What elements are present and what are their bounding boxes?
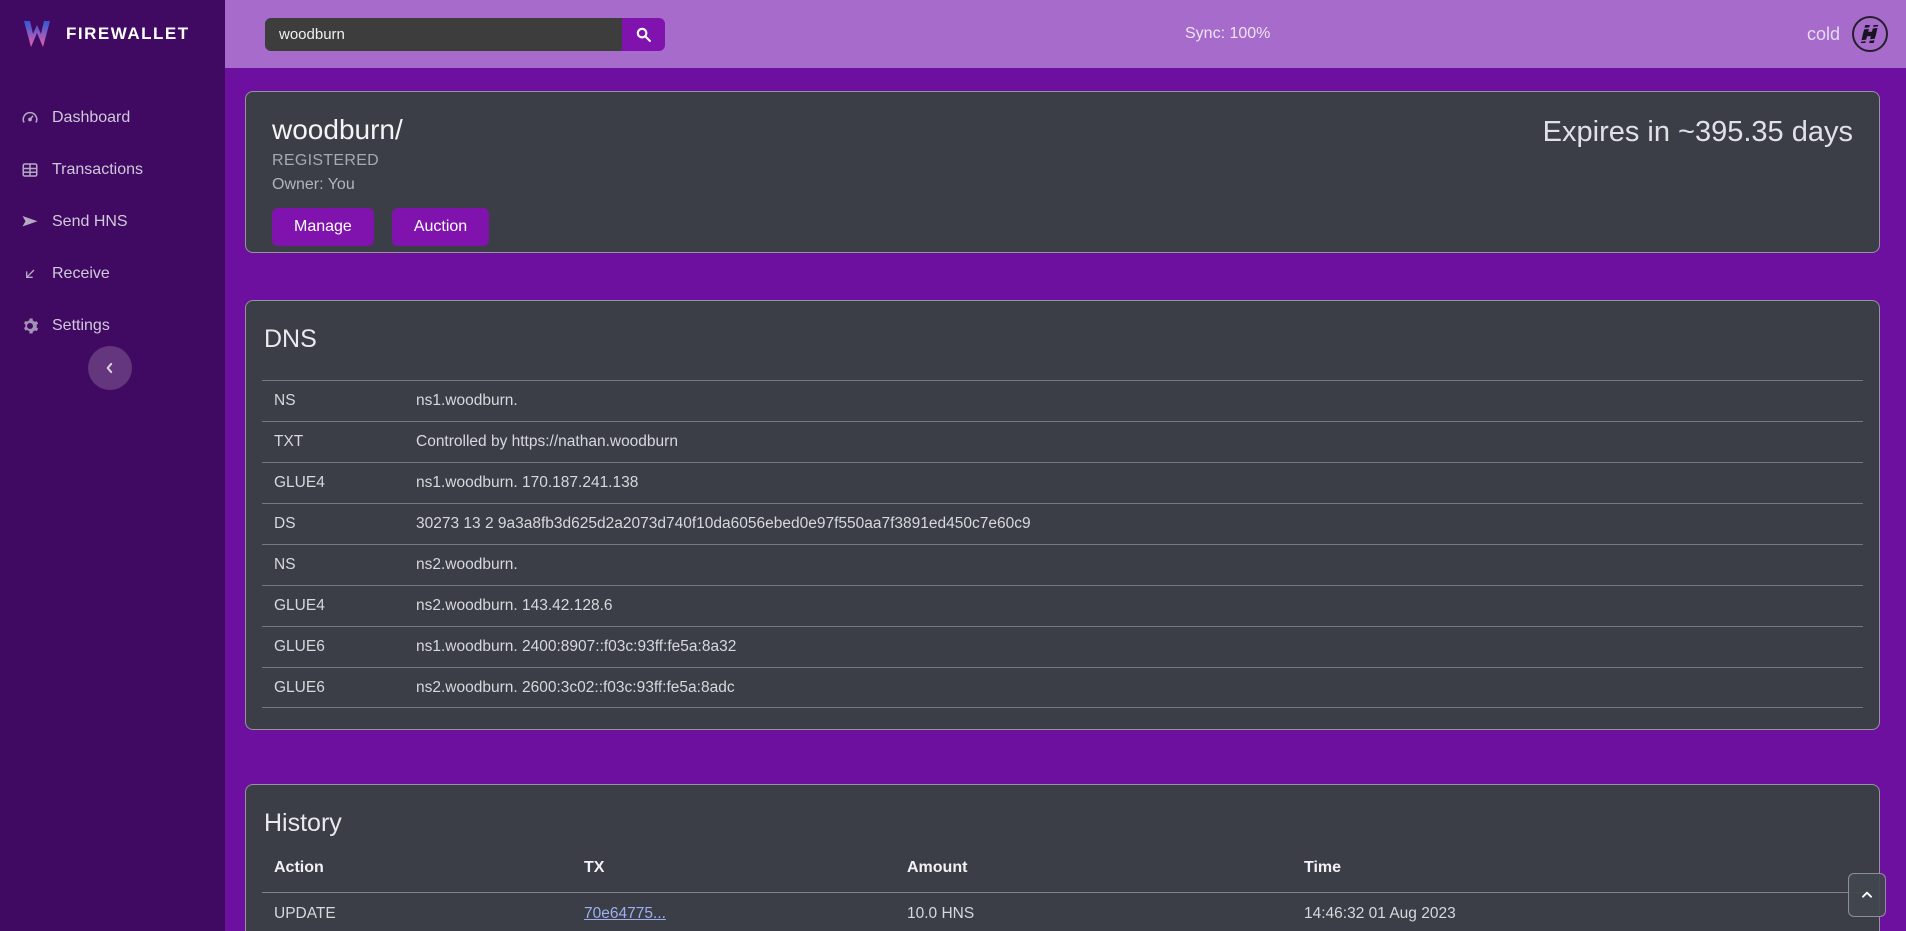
- sidebar-item-label: Transactions: [52, 161, 143, 179]
- wallet-area: cold: [1807, 0, 1888, 68]
- sidebar-item-label: Send HNS: [52, 213, 128, 231]
- sidebar-item-transactions[interactable]: Transactions: [0, 144, 225, 196]
- dns-record-type: GLUE6: [274, 638, 416, 656]
- dns-record-type: NS: [274, 556, 416, 574]
- history-col-action: Action: [274, 859, 584, 877]
- search-icon: [635, 26, 652, 43]
- dns-record-type: GLUE6: [274, 679, 416, 697]
- wallet-name: cold: [1807, 24, 1840, 45]
- dns-card: DNS NS ns1.woodburn. TXT Controlled by h…: [245, 300, 1880, 730]
- sidebar-item-label: Dashboard: [52, 109, 130, 127]
- scroll-to-top-button[interactable]: [1848, 873, 1886, 917]
- auction-button[interactable]: Auction: [392, 208, 489, 246]
- firewallet-logo-icon: [20, 17, 54, 51]
- sidebar-item-send-hns[interactable]: Send HNS: [0, 196, 225, 248]
- dns-record-value: ns1.woodburn. 170.187.241.138: [416, 474, 1863, 492]
- sidebar-item-settings[interactable]: Settings: [0, 300, 225, 352]
- dns-record-row: TXT Controlled by https://nathan.woodbur…: [262, 421, 1863, 462]
- dns-record-value: ns2.woodburn.: [416, 556, 1863, 574]
- topbar: Sync: 100% cold: [225, 0, 1906, 68]
- sidebar-item-label: Settings: [52, 317, 110, 335]
- main-content: woodburn/ REGISTERED Owner: You Manage A…: [225, 68, 1906, 931]
- dns-record-value: ns2.woodburn. 2600:3c02::f03c:93ff:fe5a:…: [416, 679, 1863, 697]
- history-time: 14:46:32 01 Aug 2023: [1304, 905, 1863, 923]
- tx-link[interactable]: 70e64775...: [584, 905, 666, 922]
- paper-plane-icon: [20, 212, 40, 232]
- search-group: [265, 18, 665, 51]
- dns-record-value: ns1.woodburn.: [416, 392, 1863, 410]
- arrow-down-left-icon: [20, 264, 40, 284]
- domain-actions: Manage Auction: [272, 208, 1853, 246]
- dns-record-row: DS 30273 13 2 9a3a8fb3d625d2a2073d740f10…: [262, 503, 1863, 544]
- domain-owner: Owner: You: [272, 176, 1853, 194]
- dns-record-value: ns2.woodburn. 143.42.128.6: [416, 597, 1863, 615]
- dns-record-row: NS ns2.woodburn.: [262, 544, 1863, 585]
- hns-logo-icon[interactable]: [1852, 16, 1888, 52]
- sidebar-item-receive[interactable]: Receive: [0, 248, 225, 300]
- brand[interactable]: FIREWALLET: [0, 0, 225, 68]
- dns-record-row: NS ns1.woodburn.: [262, 380, 1863, 421]
- history-amount: 10.0 HNS: [907, 905, 1304, 923]
- sidebar-collapse-button[interactable]: [88, 346, 132, 390]
- brand-title: FIREWALLET: [66, 24, 190, 44]
- dns-record-type: TXT: [274, 433, 416, 451]
- gear-icon: [20, 316, 40, 336]
- dns-card-title: DNS: [246, 325, 1879, 354]
- dns-record-type: GLUE4: [274, 597, 416, 615]
- dns-record-value: 30273 13 2 9a3a8fb3d625d2a2073d740f10da6…: [416, 515, 1863, 533]
- history-col-time: Time: [1304, 859, 1863, 877]
- dns-table: NS ns1.woodburn. TXT Controlled by https…: [246, 380, 1879, 708]
- sidebar-item-label: Receive: [52, 265, 110, 283]
- sidebar-nav: Dashboard Transactions Send HNS: [0, 68, 225, 352]
- history-card: History Action TX Amount Time UPDATE 70e…: [245, 784, 1880, 931]
- domain-card: woodburn/ REGISTERED Owner: You Manage A…: [245, 91, 1880, 253]
- history-action: UPDATE: [274, 905, 584, 923]
- history-col-amount: Amount: [907, 859, 1304, 877]
- search-button[interactable]: [622, 18, 665, 51]
- dns-record-row: GLUE4 ns1.woodburn. 170.187.241.138: [262, 462, 1863, 503]
- chevron-up-icon: [1860, 888, 1874, 902]
- dns-record-row: GLUE6 ns1.woodburn. 2400:8907::f03c:93ff…: [262, 626, 1863, 667]
- sidebar: FIREWALLET Dashboard Transactions: [0, 0, 225, 931]
- history-header-row: Action TX Amount Time: [262, 844, 1863, 892]
- history-col-tx: TX: [584, 859, 907, 877]
- sidebar-item-dashboard[interactable]: Dashboard: [0, 92, 225, 144]
- domain-status: REGISTERED: [272, 152, 1853, 170]
- dns-record-type: NS: [274, 392, 416, 410]
- dns-record-type: GLUE4: [274, 474, 416, 492]
- chevron-left-icon: [103, 361, 117, 375]
- manage-button[interactable]: Manage: [272, 208, 374, 246]
- sync-status: Sync: 100%: [1185, 0, 1270, 68]
- dns-record-row: GLUE4 ns2.woodburn. 143.42.128.6: [262, 585, 1863, 626]
- dns-record-value: Controlled by https://nathan.woodburn: [416, 433, 1863, 451]
- history-row: UPDATE 70e64775... 10.0 HNS 14:46:32 01 …: [262, 892, 1863, 931]
- dns-record-row: GLUE6 ns2.woodburn. 2600:3c02::f03c:93ff…: [262, 667, 1863, 708]
- dns-record-value: ns1.woodburn. 2400:8907::f03c:93ff:fe5a:…: [416, 638, 1863, 656]
- table-icon: [20, 160, 40, 180]
- expiry-label: Expires in ~395.35 days: [1543, 116, 1853, 149]
- search-input[interactable]: [265, 18, 622, 51]
- history-card-title: History: [246, 809, 1879, 838]
- gauge-icon: [20, 108, 40, 128]
- dns-record-type: DS: [274, 515, 416, 533]
